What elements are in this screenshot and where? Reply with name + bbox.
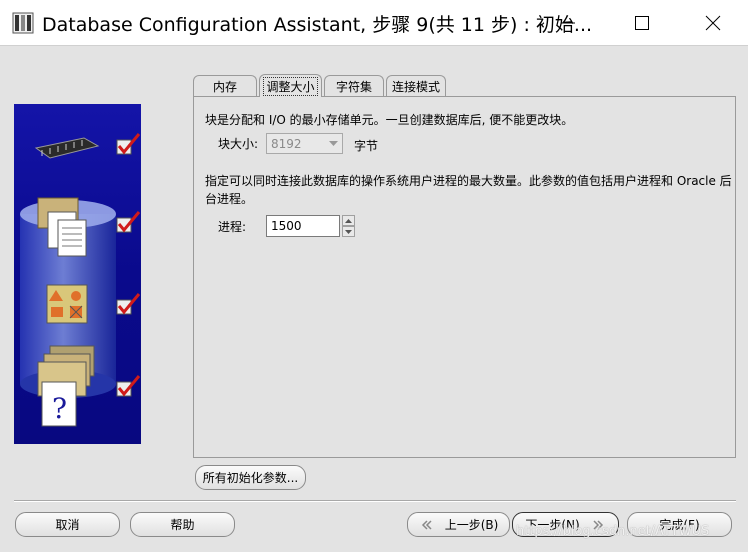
- all-init-params-button[interactable]: 所有初始化参数...: [195, 465, 306, 490]
- spin-up-button[interactable]: [342, 215, 355, 226]
- checkbox-checked-icon: [116, 133, 141, 155]
- app-icon: [12, 12, 34, 34]
- title-bar: Database Configuration Assistant, 步骤 9(共…: [0, 0, 748, 46]
- chevron-down-icon: [326, 135, 341, 152]
- block-size-unit: 字节: [354, 139, 379, 153]
- watermark-text: https://blog.csdn.net/ATTWUS: [516, 524, 710, 539]
- button-label: 取消: [55, 518, 80, 532]
- window-title: Database Configuration Assistant, 步骤 9(共…: [42, 14, 593, 36]
- process-label: 进程:: [218, 220, 247, 234]
- tab-label: 连接模式: [391, 80, 440, 94]
- close-icon: [705, 15, 721, 31]
- button-label: 帮助: [170, 518, 195, 532]
- svg-text:?: ?: [52, 392, 67, 425]
- button-label: 上一步(B): [444, 518, 499, 532]
- block-size-value: 8192: [271, 137, 302, 151]
- block-size-label: 块大小:: [218, 137, 259, 151]
- checkbox-checked-icon: [116, 211, 141, 233]
- wizard-graphic-panel: ?: [14, 104, 141, 444]
- chevron-left-icon: [421, 519, 432, 530]
- close-button[interactable]: [690, 0, 736, 46]
- checkbox-checked-icon: [116, 375, 141, 397]
- spin-down-button[interactable]: [342, 226, 355, 237]
- checkbox-checked-icon: [116, 293, 141, 315]
- minimize-icon: [561, 22, 575, 24]
- tab-sizing[interactable]: 调整大小: [259, 74, 322, 97]
- arrow-up-icon: [345, 218, 352, 223]
- tab-memory[interactable]: 内存: [193, 75, 257, 97]
- process-description-line2: 台进程。: [205, 192, 254, 206]
- button-label: 所有初始化参数...: [202, 471, 299, 485]
- divider: [14, 500, 736, 502]
- tab-connection-mode[interactable]: 连接模式: [386, 75, 446, 97]
- block-size-select[interactable]: 8192: [266, 133, 343, 154]
- minimize-button[interactable]: [545, 0, 591, 46]
- back-button[interactable]: 上一步(B): [407, 512, 510, 537]
- block-description: 块是分配和 I/O 的最小存储单元。一旦创建数据库后, 便不能更改块。: [205, 113, 574, 127]
- process-input[interactable]: 1500: [266, 215, 340, 237]
- help-documents-icon: ?: [37, 345, 95, 427]
- tab-character-sets[interactable]: 字符集: [324, 75, 384, 97]
- maximize-icon: [635, 16, 649, 30]
- help-button[interactable]: 帮助: [130, 512, 235, 537]
- shapes-icon: [46, 284, 88, 324]
- memory-chip-icon: [34, 137, 100, 159]
- arrow-down-icon: [345, 229, 352, 234]
- maximize-button[interactable]: [619, 0, 665, 46]
- tab-label: 调整大小: [263, 76, 318, 96]
- process-description-line1: 指定可以同时连接此数据库的操作系统用户进程的最大数量。此参数的值包括用户进程和 …: [205, 174, 732, 188]
- tab-label: 内存: [212, 80, 237, 94]
- documents-folder-icon: [37, 197, 87, 257]
- cancel-button[interactable]: 取消: [15, 512, 120, 537]
- tab-label: 字符集: [335, 80, 372, 94]
